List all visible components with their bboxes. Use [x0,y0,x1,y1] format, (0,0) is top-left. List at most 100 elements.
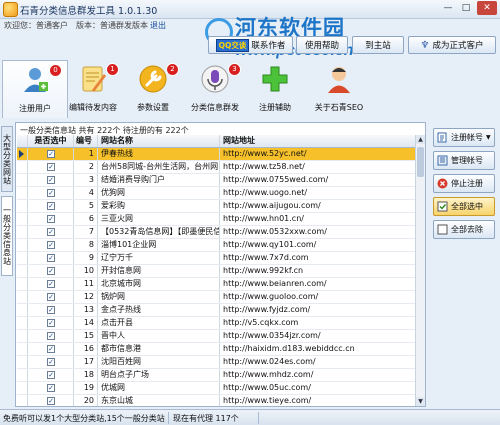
app-logo-icon [3,2,18,17]
row-number: 10 [74,265,98,277]
version-label: 版本： [76,21,100,30]
wrench-icon [138,64,168,94]
edit-note-icon [78,64,108,94]
row-checkbox[interactable]: ✓ [47,358,55,366]
minimize-icon[interactable]: — [440,1,456,15]
table-row[interactable]: ✓ 4 优狗网 http://www.uogo.net/ [17,187,424,200]
column-header-number[interactable]: 编号 [74,135,98,147]
scroll-thumb[interactable] [417,147,424,177]
select-all-button[interactable]: 全部选中 [433,197,495,216]
tool-register-user[interactable]: 0 注册用户 [2,60,68,118]
close-icon[interactable]: ✕ [477,1,497,15]
stop-register-button[interactable]: 停止注册 [433,174,495,193]
tab-large-sites[interactable]: 大型分类网站 [1,126,13,192]
deselect-all-label: 全部去除 [451,225,483,234]
table-row[interactable]: ✓ 11 北京城市网 http://www.beianren.com/ [17,278,424,291]
row-checkbox[interactable]: ✓ [47,384,55,392]
row-number: 1 [74,148,98,160]
table-row[interactable]: ✓ 12 锅炉网 http://www.guoloo.com/ [17,291,424,304]
row-indicator [17,356,28,368]
register-account-button[interactable]: 注册帐号 ▼ [433,128,495,147]
table-row[interactable]: ✓ 7 【0532青岛信息网】【即墨便民信 http://www.0532xxw.co… [17,226,424,239]
row-checkbox[interactable]: ✓ [47,306,55,314]
row-checkbox[interactable]: ✓ [47,228,55,236]
row-checkbox[interactable]: ✓ [47,293,55,301]
site-list-panel: 一般分类信息站 共有 222个 待注册的有 222个 是否选中 编号 网站名称 … [15,122,426,407]
row-site-url: http://www.05uc.com/ [223,383,311,392]
row-checkbox[interactable]: ✓ [47,163,55,171]
tool-label: 关于石青SEO [314,103,364,112]
row-checkbox[interactable]: ✓ [47,371,55,379]
qq-icon: QQ交谈 [215,38,250,52]
tool-badge: 1 [106,63,119,76]
table-row[interactable]: ✓ 3 结婚消费导购门户 http://www.0755wed.com/ [17,174,424,187]
manage-account-button[interactable]: 管理帐号 [433,151,495,170]
table-row[interactable]: ✓ 2 台州58同城-台州生活网，台州网 http://www.tz58.net/ [17,161,424,174]
table-row[interactable]: ✓ 6 三亚火网 http://www.hn01.cn/ [17,213,424,226]
table-row[interactable]: ✓ 8 淄博101企业网 http://www.qy101.com/ [17,239,424,252]
row-checkbox[interactable]: ✓ [47,176,55,184]
row-checkbox[interactable]: ✓ [47,215,55,223]
row-checkbox[interactable]: ✓ [47,345,55,353]
help-button[interactable]: 使用帮助 [296,36,348,54]
row-checkbox[interactable]: ✓ [47,189,55,197]
tool-register-helper[interactable]: 注册辅助 [242,60,308,116]
contact-author-button[interactable]: QQ交谈 联系作者 [208,36,293,54]
table-row[interactable]: ✓ 1 伊春热线 http://www.52yc.net/ [17,148,424,161]
column-header-selected[interactable]: 是否选中 [28,135,74,147]
row-select-cell: ✓ [28,265,74,277]
table-row[interactable]: ✓ 10 开封信息网 http://www.992kf.cn [17,265,424,278]
row-checkbox[interactable]: ✓ [47,319,55,327]
row-site-name: 金点子热线 [98,304,220,316]
table-row[interactable]: ✓ 20 东京山城 http://www.tieye.com/ [17,395,424,406]
row-site-url: http://www.992kf.cn [223,266,304,275]
main-site-button[interactable]: 到主站 [352,36,404,54]
table-row[interactable]: ✓ 14 点击开县 http://v5.cqkx.com [17,317,424,330]
row-checkbox[interactable]: ✓ [47,397,55,405]
tool-settings[interactable]: 2 参数设置 [120,60,186,116]
select-all-icon [437,201,448,212]
stop-register-label: 停止注册 [451,179,483,188]
row-indicator [17,161,28,173]
row-checkbox[interactable]: ✓ [47,267,55,275]
row-checkbox[interactable]: ✓ [47,202,55,210]
row-indicator [17,148,28,160]
table-row[interactable]: ✓ 9 辽宁万千 http://www.7x7d.com [17,252,424,265]
table-row[interactable]: ✓ 16 都市信息港 http://haixidm.d183.webiddcc.cn [17,343,424,356]
column-header-url[interactable]: 网站地址 [220,135,424,147]
upgrade-label: 成为正式客户 [432,41,484,51]
table-scrollbar[interactable]: ▲ ▼ [415,135,425,406]
column-header-name[interactable]: 网站名称 [98,135,220,147]
row-checkbox[interactable]: ✓ [47,280,55,288]
table-row[interactable]: ✓ 18 明台点子广场 http://www.mhdz.com/ [17,369,424,382]
tool-broadcast[interactable]: 3 分类信息群发 [182,60,248,116]
row-number: 20 [74,395,98,406]
row-checkbox[interactable]: ✓ [47,332,55,340]
tool-label: 分类信息群发 [191,103,239,112]
row-checkbox[interactable]: ✓ [47,254,55,262]
row-checkbox[interactable]: ✓ [47,241,55,249]
row-site-name: 东京山城 [98,395,220,406]
table-row[interactable]: ✓ 5 爱彩购 http://www.aijugou.com/ [17,200,424,213]
tool-about[interactable]: 关于石青SEO [306,60,372,116]
table-row[interactable]: ✓ 19 优城网 http://www.05uc.com/ [17,382,424,395]
row-number: 19 [74,382,98,394]
upgrade-button[interactable]: ♆ 成为正式客户 [408,36,496,54]
logout-link[interactable]: 退出 [150,20,166,31]
select-all-label: 全部选中 [451,202,483,211]
tool-edit-content[interactable]: 1 编辑待发内容 [60,60,126,116]
row-site-url: http://www.tieye.com/ [223,396,312,405]
row-select-cell: ✓ [28,239,74,251]
tab-general-sites[interactable]: 一般分类信息站 [1,196,13,276]
tool-label: 注册辅助 [259,103,291,112]
table-row[interactable]: ✓ 15 晋中人 http://www.0354jzr.com/ [17,330,424,343]
row-checkbox[interactable]: ✓ [47,150,55,158]
maximize-icon[interactable]: □ [458,1,474,15]
table-row[interactable]: ✓ 13 金点子热线 http://www.fyjdz.com/ [17,304,424,317]
scroll-down-icon[interactable]: ▼ [416,397,425,406]
scroll-up-icon[interactable]: ▲ [416,135,425,144]
tool-label: 编辑待发内容 [69,103,117,112]
deselect-all-button[interactable]: 全部去除 [433,220,495,239]
table-row[interactable]: ✓ 17 沈阳百姓网 http://www.024es.com/ [17,356,424,369]
row-select-cell: ✓ [28,330,74,342]
